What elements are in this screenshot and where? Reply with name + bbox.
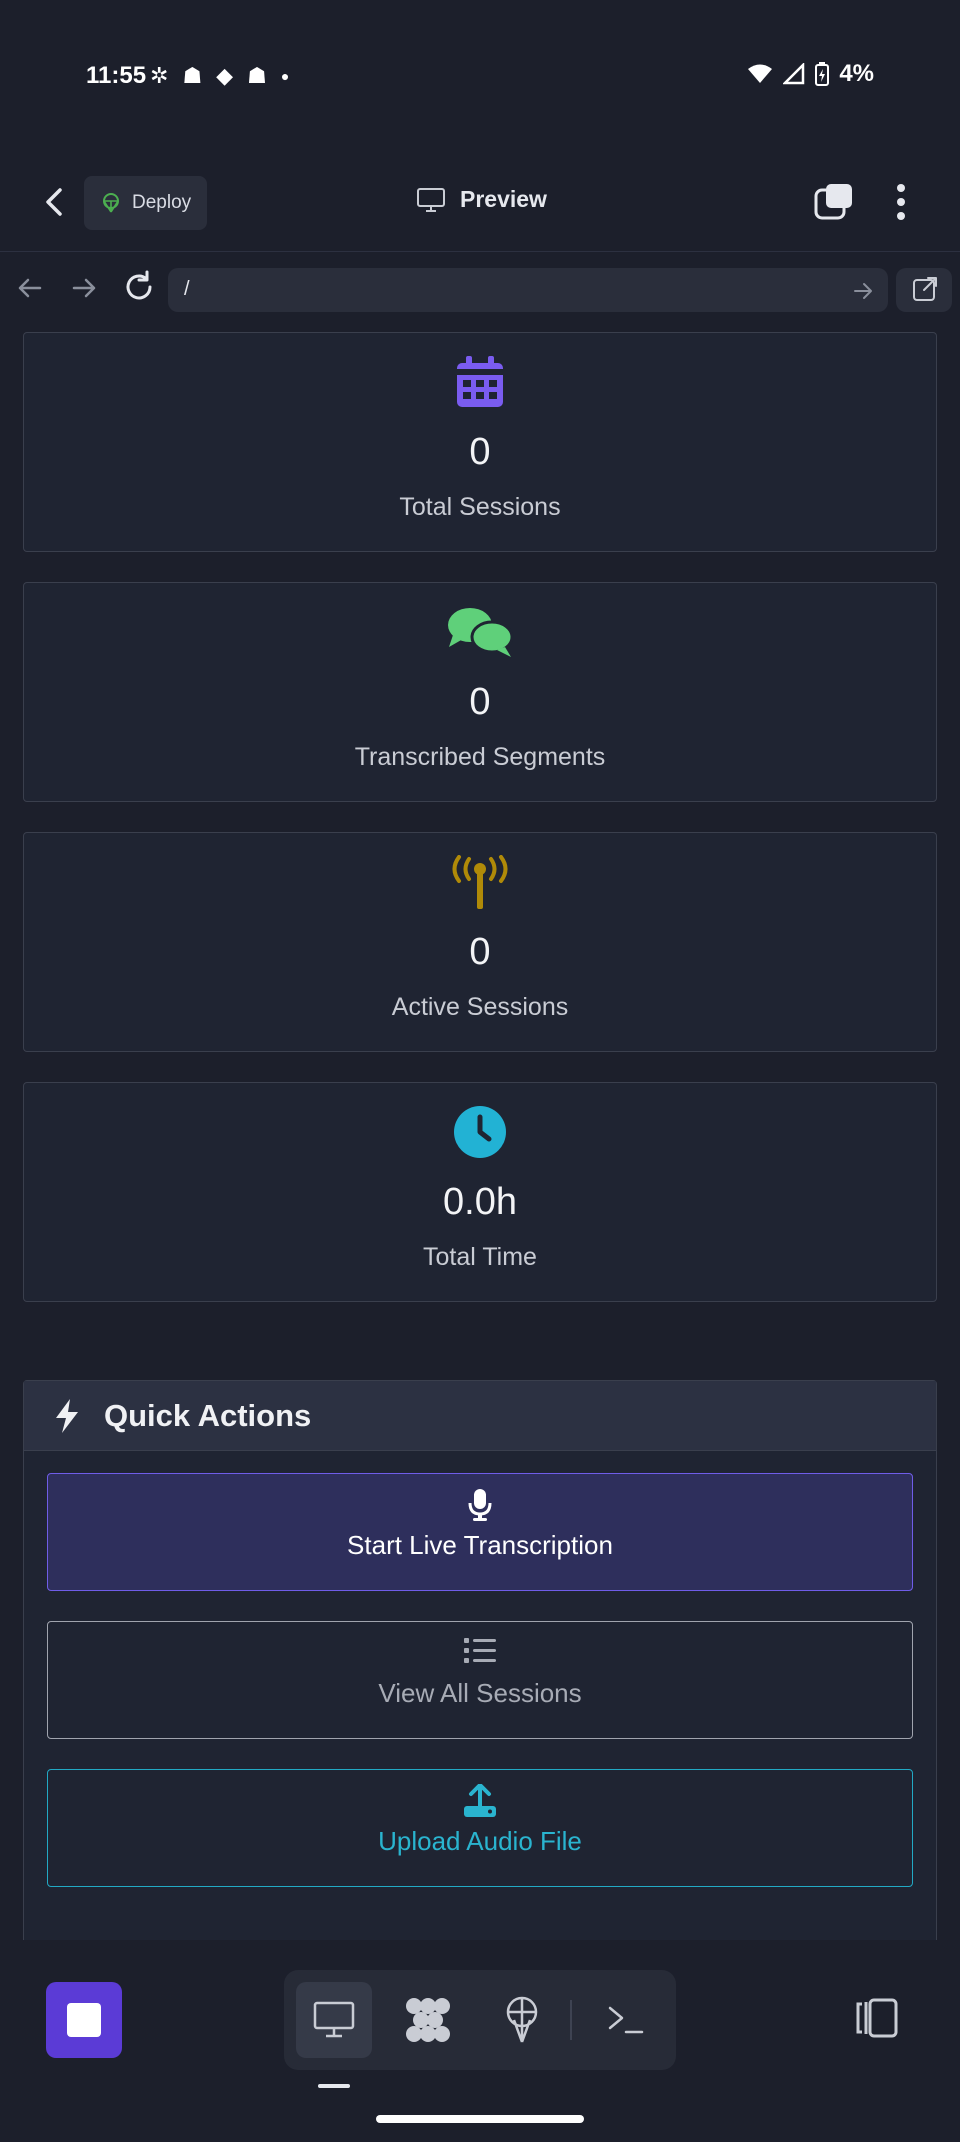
console-tool-button[interactable] xyxy=(588,1982,664,2058)
button-label: Upload Audio File xyxy=(378,1826,582,1856)
url-input[interactable]: / xyxy=(168,268,888,312)
agent-tool-button[interactable] xyxy=(390,1982,466,2058)
external-link-icon xyxy=(913,277,937,301)
chat-bubbles-icon xyxy=(448,608,514,657)
arrow-left-icon xyxy=(18,278,42,298)
dot-icon: ● xyxy=(280,68,290,84)
stat-label: Total Sessions xyxy=(399,493,561,521)
broadcast-tower-icon xyxy=(452,855,508,909)
stat-card-transcribed-segments: 0 Transcribed Segments xyxy=(23,582,937,802)
signal-icon xyxy=(783,63,805,85)
monitor-icon xyxy=(313,2001,355,2038)
page-title: Preview xyxy=(460,186,547,212)
status-time: 11:55 xyxy=(86,62,147,89)
deploy-label: Deploy xyxy=(132,192,192,213)
lightning-icon xyxy=(56,1398,78,1433)
stat-label: Total Time xyxy=(423,1243,537,1271)
button-label: View All Sessions xyxy=(378,1678,582,1708)
preview-title: Preview xyxy=(416,186,547,213)
panel-icon xyxy=(856,1998,898,2038)
stat-value: 0 xyxy=(469,931,491,973)
list-icon xyxy=(464,1638,496,1663)
nav-forward-button[interactable] xyxy=(68,272,100,304)
chevron-left-icon xyxy=(46,188,62,216)
start-live-transcription-button[interactable]: Start Live Transcription xyxy=(47,1473,913,1591)
view-all-sessions-button[interactable]: View All Sessions xyxy=(47,1621,913,1739)
panel-toggle-button[interactable] xyxy=(852,1996,900,2040)
stat-card-active-sessions: 0 Active Sessions xyxy=(23,832,937,1052)
snapchat-icon: ☗ xyxy=(182,63,203,88)
nav-back-button[interactable] xyxy=(14,272,46,304)
open-external-button[interactable] xyxy=(896,268,952,312)
monitor-icon xyxy=(417,187,445,212)
tool-divider xyxy=(570,2000,572,2040)
tool-group xyxy=(284,1970,676,2070)
deploy-button[interactable]: Deploy xyxy=(84,176,208,230)
clock-icon xyxy=(454,1106,506,1158)
button-label: Start Live Transcription xyxy=(347,1530,613,1560)
back-button[interactable] xyxy=(36,180,76,224)
app-bar: Deploy Preview xyxy=(0,150,960,252)
stop-icon xyxy=(67,2003,101,2037)
status-bar: 11:55 ✲ ☗ ◆ ☗ ● 4% xyxy=(0,0,960,150)
deploy-icon xyxy=(506,1996,538,2043)
url-text: / xyxy=(184,278,190,300)
stop-button[interactable] xyxy=(46,1982,122,2058)
page-content: 0 Total Sessions 0 Transcribed Segments … xyxy=(0,328,960,1940)
reload-button[interactable] xyxy=(122,270,156,304)
battery-percent: 4% xyxy=(839,60,874,87)
upload-icon xyxy=(464,1784,496,1817)
microphone-icon xyxy=(468,1489,492,1521)
deploy-icon xyxy=(103,193,119,213)
stat-value: 0 xyxy=(469,431,491,473)
stat-card-total-sessions: 0 Total Sessions xyxy=(23,332,937,552)
stat-value: 0 xyxy=(469,681,491,723)
more-menu-button[interactable] xyxy=(886,180,916,224)
active-tab-indicator xyxy=(318,2084,350,2088)
quick-actions-panel: Quick Actions Start Live Transcription V… xyxy=(23,1380,937,1940)
terminal-icon xyxy=(608,2006,644,2034)
notification-icons: ✲ ☗ ◆ ☗ ● xyxy=(150,62,289,90)
deploy-tool-button[interactable] xyxy=(484,1982,560,2058)
stat-value: 0.0h xyxy=(443,1181,517,1223)
agent-icon xyxy=(406,1998,450,2042)
home-indicator[interactable] xyxy=(376,2115,584,2123)
more-vertical-icon xyxy=(897,184,905,220)
tabs-button[interactable] xyxy=(812,180,856,224)
tabs-icon xyxy=(814,184,852,220)
slack-icon: ✲ xyxy=(150,63,169,88)
wifi-icon xyxy=(748,64,773,83)
upload-audio-file-button[interactable]: Upload Audio File xyxy=(47,1769,913,1887)
battery-icon xyxy=(815,62,830,86)
calendar-icon xyxy=(457,356,503,407)
browser-nav-bar: / xyxy=(0,252,960,328)
stat-label: Active Sessions xyxy=(391,993,569,1021)
reload-icon xyxy=(126,270,152,300)
stat-label: Transcribed Segments xyxy=(354,743,606,771)
bottom-toolbar xyxy=(0,1940,960,2142)
quick-actions-title: Quick Actions xyxy=(104,1397,312,1433)
preview-tool-button[interactable] xyxy=(296,1982,372,2058)
snapchat-icon: ☗ xyxy=(247,63,267,88)
go-arrow-icon[interactable] xyxy=(852,280,874,302)
messaging-icon: ◆ xyxy=(216,63,234,88)
system-status: 4% xyxy=(747,60,874,88)
quick-actions-header: Quick Actions xyxy=(24,1381,936,1451)
stat-card-total-time: 0.0h Total Time xyxy=(23,1082,937,1302)
arrow-right-icon xyxy=(72,278,96,298)
